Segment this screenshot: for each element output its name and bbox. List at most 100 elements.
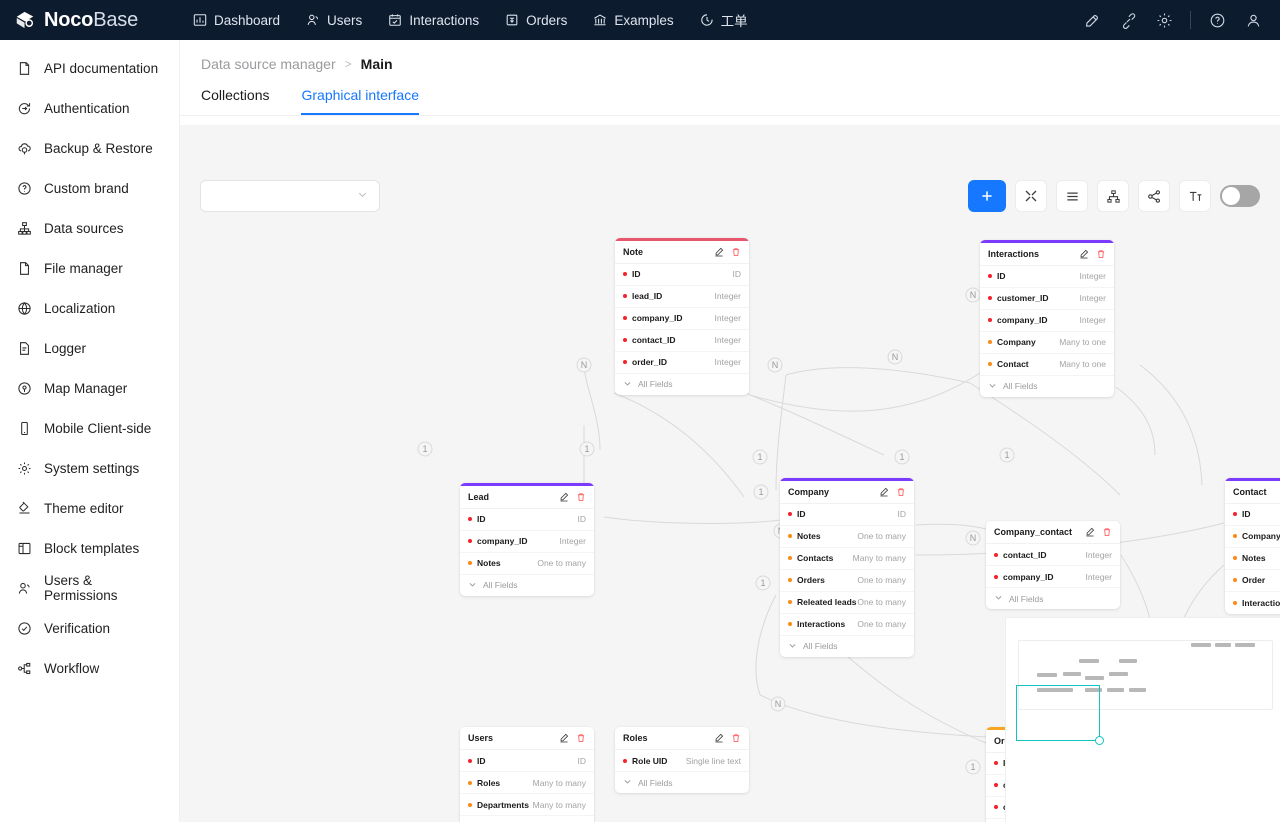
- table-field-row[interactable]: CompanyMany to many: [1225, 526, 1280, 548]
- table-field-row[interactable]: OrdersOne to many: [780, 570, 914, 592]
- delete-table-icon[interactable]: [1102, 527, 1112, 537]
- minimap-resize-handle[interactable]: [1095, 736, 1104, 745]
- edit-table-icon[interactable]: [714, 733, 724, 743]
- table-field-row[interactable]: InteractionsOne to many: [780, 614, 914, 636]
- table-field-row[interactable]: CompanyMany to one: [980, 332, 1114, 354]
- sidebar-item-data-sources[interactable]: Data sources: [0, 208, 179, 248]
- brand-logo-area[interactable]: NocoBase: [0, 9, 180, 31]
- edit-table-icon[interactable]: [559, 492, 569, 502]
- delete-table-icon[interactable]: [576, 733, 586, 743]
- sidebar-item-block-templates[interactable]: Block templates: [0, 528, 179, 568]
- table-field-row[interactable]: IDID: [460, 509, 594, 531]
- table-field-row[interactable]: company_IDInteger: [986, 566, 1120, 588]
- sidebar-item-verification[interactable]: Verification: [0, 608, 179, 648]
- table-field-row[interactable]: DepartmentsMany to many: [460, 794, 594, 816]
- table-field-row[interactable]: customer_IDInteger: [980, 288, 1114, 310]
- table-field-row[interactable]: ContactMany to one: [980, 354, 1114, 376]
- table-field-row[interactable]: lead_IDInteger: [615, 286, 749, 308]
- diagram-minimap[interactable]: [1005, 617, 1280, 822]
- table-field-row[interactable]: NotesOne to many: [1225, 548, 1280, 570]
- table-node-company[interactable]: CompanyIDIDNotesOne to manyContactsMany …: [780, 478, 914, 657]
- delete-table-icon[interactable]: [731, 247, 741, 257]
- table-field-row[interactable]: company_IDInteger: [980, 310, 1114, 332]
- fit-view-button[interactable]: [1015, 180, 1047, 212]
- sidebar-item-custom-brand[interactable]: Custom brand: [0, 168, 179, 208]
- sidebar-item-mobile-client-side[interactable]: Mobile Client-side: [0, 408, 179, 448]
- topnav-item-orders[interactable]: Orders: [492, 0, 580, 40]
- sidebar-item-backup-restore[interactable]: Backup & Restore: [0, 128, 179, 168]
- table-field-row[interactable]: InteractionsOne to many: [1225, 592, 1280, 614]
- table-field-row[interactable]: IDID: [615, 264, 749, 286]
- sidebar-item-authentication[interactable]: Authentication: [0, 88, 179, 128]
- sidebar-item-localization[interactable]: Localization: [0, 288, 179, 328]
- table-field-row[interactable]: IDID: [460, 750, 594, 772]
- table-field-row[interactable]: order_IDInteger: [615, 352, 749, 374]
- collection-select[interactable]: [200, 180, 380, 212]
- table-field-row[interactable]: ContactsMany to many: [780, 548, 914, 570]
- breadcrumb-parent[interactable]: Data source manager: [201, 56, 336, 72]
- tab-collections[interactable]: Collections: [201, 87, 269, 115]
- list-layout-button[interactable]: [1056, 180, 1088, 212]
- help-circle-icon[interactable]: [1200, 0, 1234, 40]
- gear-icon[interactable]: [1147, 0, 1181, 40]
- all-fields-toggle[interactable]: All Fields: [615, 772, 749, 793]
- table-node-contact[interactable]: ContactIDIDCompanyMany to manyNotesOne t…: [1225, 478, 1280, 614]
- table-field-row[interactable]: NotesOne to many: [460, 553, 594, 575]
- highlighter-icon[interactable]: [1075, 0, 1109, 40]
- topnav-item-gongdan[interactable]: 工单: [687, 0, 761, 40]
- sidebar-item-file-manager[interactable]: File manager: [0, 248, 179, 288]
- table-field-row[interactable]: IDID: [780, 504, 914, 526]
- edit-table-icon[interactable]: [559, 733, 569, 743]
- sidebar-item-users-permissions[interactable]: Users & Permissions: [0, 568, 179, 608]
- edit-table-icon[interactable]: [714, 247, 724, 257]
- table-field-row[interactable]: contact_IDInteger: [986, 544, 1120, 566]
- table-node-company_contact[interactable]: Company_contactcontact_IDIntegercompany_…: [986, 521, 1120, 609]
- sidebar-item-system-settings[interactable]: System settings: [0, 448, 179, 488]
- table-node-note[interactable]: NoteIDIDlead_IDIntegercompany_IDIntegerc…: [615, 238, 749, 395]
- table-field-row[interactable]: Main departmentMany to many: [460, 816, 594, 822]
- tree-layout-button[interactable]: [1097, 180, 1129, 212]
- delete-table-icon[interactable]: [896, 487, 906, 497]
- sidebar-item-logger[interactable]: Logger: [0, 328, 179, 368]
- table-field-row[interactable]: IDID: [1225, 504, 1280, 526]
- delete-table-icon[interactable]: [1096, 249, 1106, 259]
- share-layout-button[interactable]: [1138, 180, 1170, 212]
- table-field-row[interactable]: contact_IDInteger: [615, 330, 749, 352]
- table-field-row[interactable]: NotesOne to many: [780, 526, 914, 548]
- er-diagram-canvas[interactable]: N N N N N 1 1 1 1 1 N 1 1 N N 1 1 N 1: [180, 125, 1280, 822]
- delete-table-icon[interactable]: [731, 733, 741, 743]
- topnav-item-users[interactable]: Users: [293, 0, 375, 40]
- all-fields-toggle[interactable]: All Fields: [986, 588, 1120, 609]
- sidebar-item-theme-editor[interactable]: Theme editor: [0, 488, 179, 528]
- minimap-viewport[interactable]: [1016, 685, 1100, 741]
- sidebar-item-workflow[interactable]: Workflow: [0, 648, 179, 688]
- edit-table-icon[interactable]: [1085, 527, 1095, 537]
- table-node-interactions[interactable]: InteractionsIDIntegercustomer_IDIntegerc…: [980, 240, 1114, 397]
- tab-graphical-interface[interactable]: Graphical interface: [301, 87, 419, 115]
- table-field-row[interactable]: IDInteger: [980, 266, 1114, 288]
- table-field-row[interactable]: OrderOne to many: [1225, 570, 1280, 592]
- edit-table-icon[interactable]: [1079, 249, 1089, 259]
- topnav-item-dashboard[interactable]: Dashboard: [180, 0, 293, 40]
- sidebar-item-map-manager[interactable]: Map Manager: [0, 368, 179, 408]
- delete-table-icon[interactable]: [576, 492, 586, 502]
- topnav-item-interactions[interactable]: Interactions: [375, 0, 492, 40]
- table-field-row[interactable]: RolesMany to many: [460, 772, 594, 794]
- table-node-lead[interactable]: LeadIDIDcompany_IDIntegerNotesOne to man…: [460, 483, 594, 596]
- table-field-row[interactable]: company_IDInteger: [615, 308, 749, 330]
- toolbar-toggle[interactable]: [1220, 185, 1260, 207]
- edit-table-icon[interactable]: [879, 487, 889, 497]
- all-fields-toggle[interactable]: All Fields: [980, 376, 1114, 397]
- plugin-icon[interactable]: [1111, 0, 1145, 40]
- add-button[interactable]: [968, 180, 1006, 212]
- text-size-button[interactable]: [1179, 180, 1211, 212]
- all-fields-toggle[interactable]: All Fields: [615, 374, 749, 395]
- user-avatar-icon[interactable]: [1236, 0, 1270, 40]
- sidebar-item-api-documentation[interactable]: API documentation: [0, 48, 179, 88]
- all-fields-toggle[interactable]: All Fields: [460, 575, 594, 596]
- table-field-row[interactable]: company_IDInteger: [460, 531, 594, 553]
- table-field-row[interactable]: Role UIDSingle line text: [615, 750, 749, 772]
- topnav-item-examples[interactable]: Examples: [580, 0, 686, 40]
- table-node-users[interactable]: UsersIDIDRolesMany to manyDepartmentsMan…: [460, 727, 594, 822]
- all-fields-toggle[interactable]: All Fields: [780, 636, 914, 657]
